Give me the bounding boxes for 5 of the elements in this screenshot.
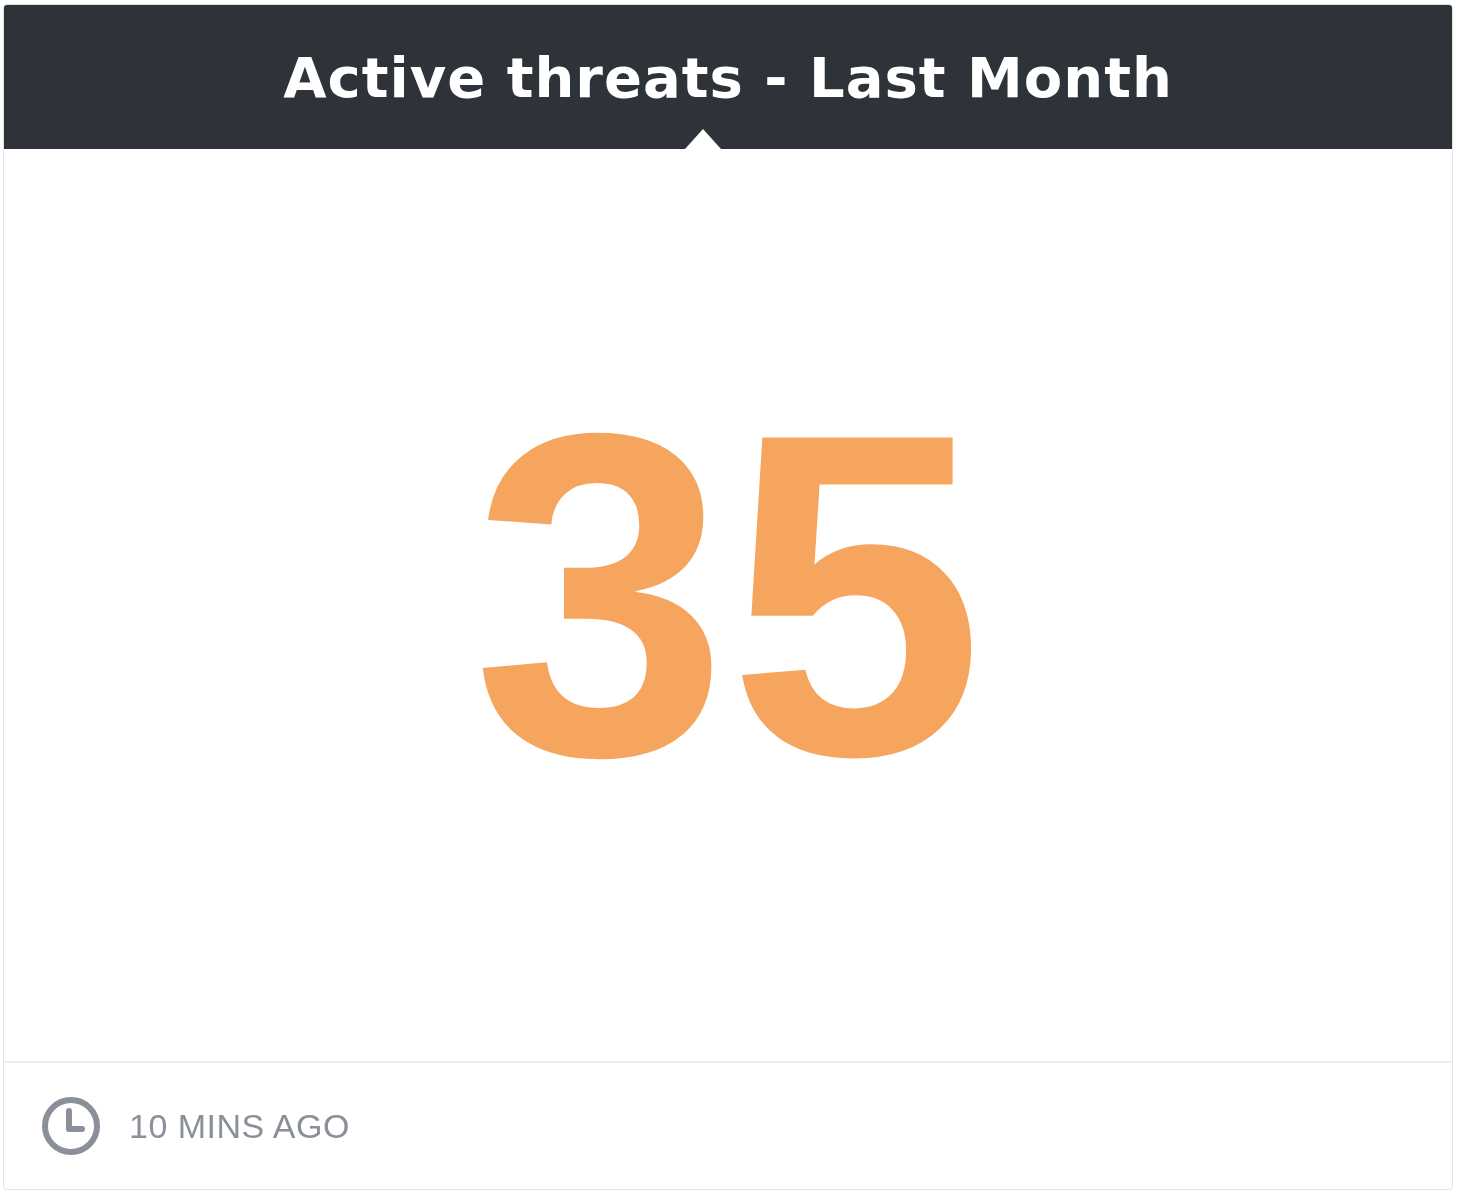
last-updated: 10 MINS AGO (129, 1106, 350, 1146)
clock-icon (41, 1096, 101, 1156)
pointer-notch (685, 129, 721, 149)
metric-value: 35 (472, 365, 984, 825)
widget-title: Active threats - Last Month (283, 44, 1173, 110)
